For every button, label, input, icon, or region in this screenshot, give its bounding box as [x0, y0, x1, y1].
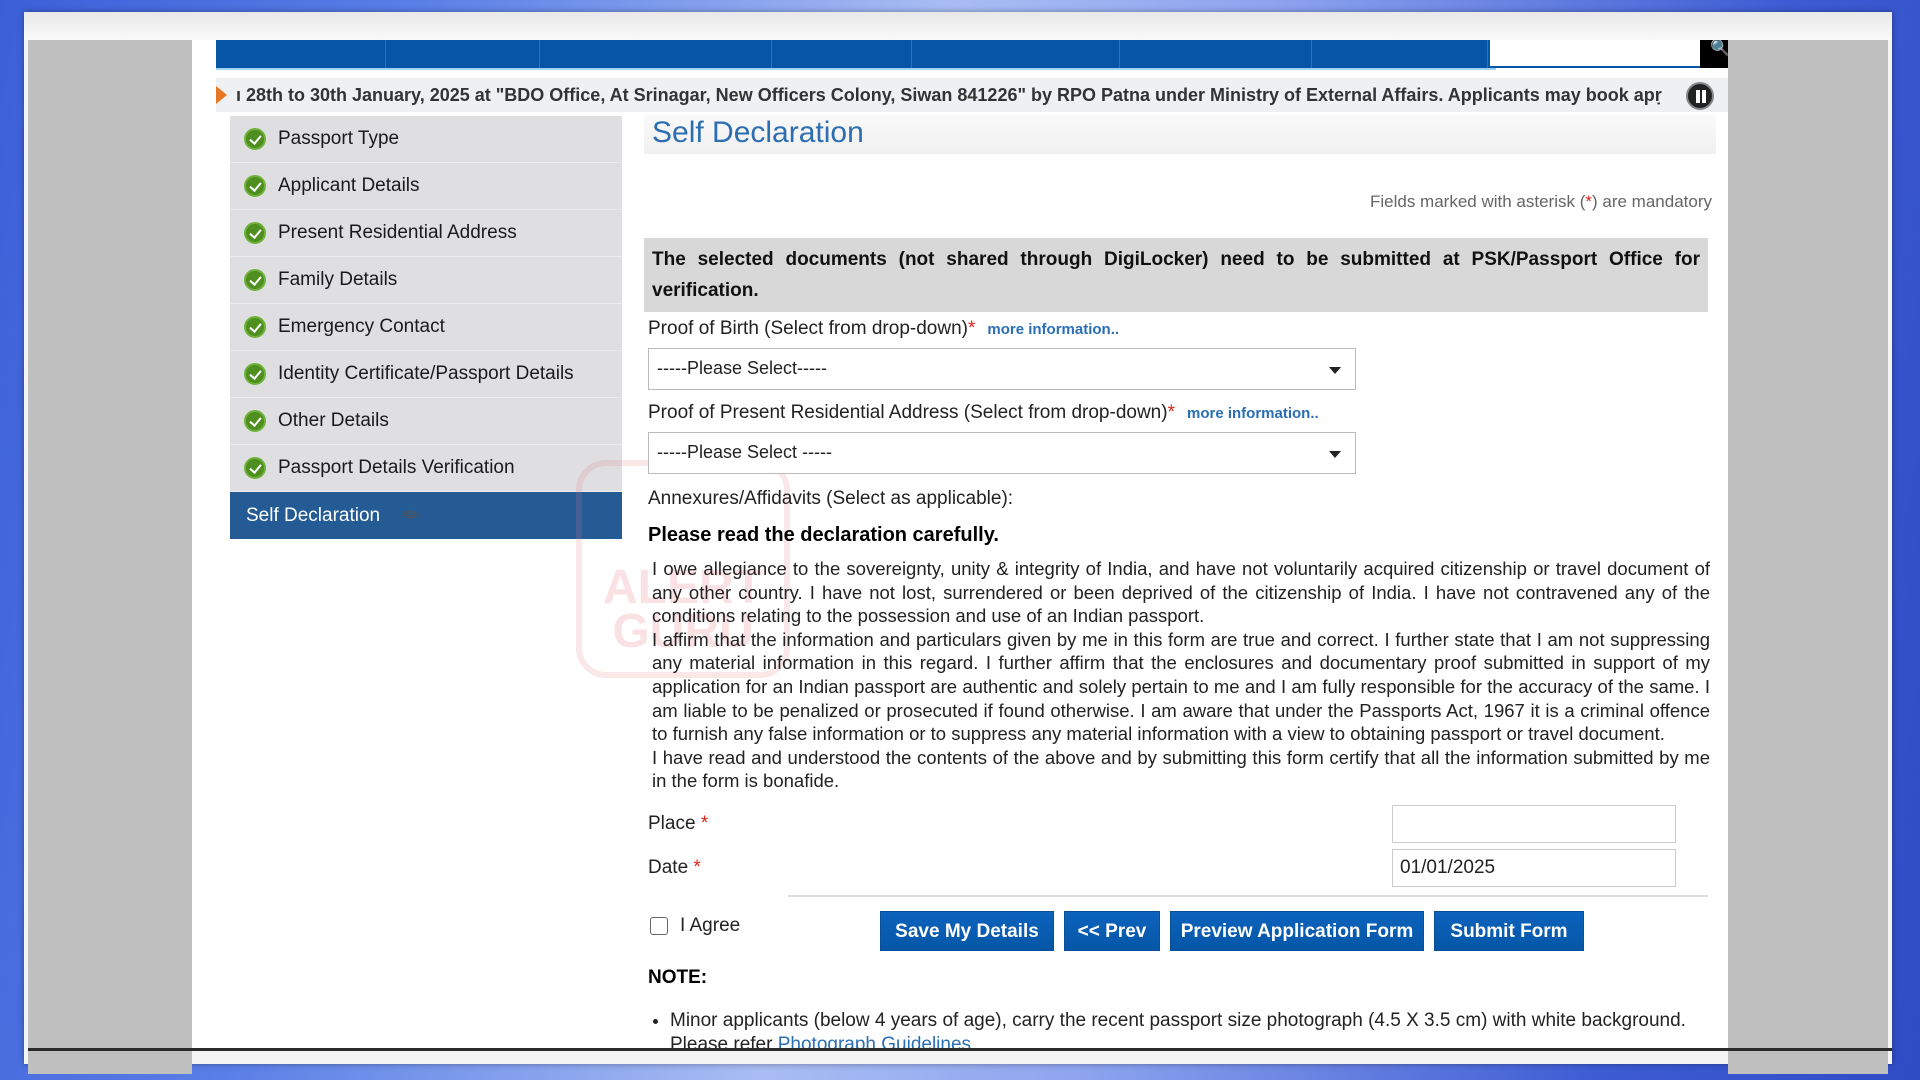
nav-tab-2[interactable] [386, 40, 540, 68]
date-label: Date * [648, 857, 701, 879]
mandatory-prefix: Fields marked with asterisk ( [1369, 192, 1586, 211]
step-label: Applicant Details [278, 175, 420, 196]
label-text: Proof of Present Residential Address (Se… [648, 402, 1168, 423]
window-bottom-border [28, 1048, 1892, 1051]
check-icon [244, 128, 266, 150]
step-other-details[interactable]: Other Details [230, 398, 622, 445]
required-star: * [1585, 192, 1592, 211]
note-heading: NOTE: [648, 966, 708, 988]
window-title-bar [24, 12, 1892, 40]
declaration-paragraph: I have read and understood the contents … [652, 746, 1710, 792]
search-input[interactable] [1490, 40, 1700, 68]
step-identity-certificate[interactable]: Identity Certificate/Passport Details [230, 351, 622, 398]
check-icon [244, 410, 266, 432]
step-label: Passport Details Verification [278, 457, 515, 478]
step-self-declaration[interactable]: Self Declaration ✎ [230, 492, 622, 539]
declaration-text: I owe allegiance to the sovereignty, uni… [644, 557, 1710, 793]
step-label: Present Residential Address [278, 222, 517, 243]
step-passport-verification[interactable]: Passport Details Verification [230, 445, 622, 492]
label-text: Place [648, 812, 696, 834]
top-navigation [216, 40, 1496, 70]
left-margin [28, 40, 192, 1074]
ticker-arrow-icon [216, 86, 227, 104]
check-icon [244, 269, 266, 291]
chevron-down-icon [1329, 367, 1341, 374]
required-star: * [1167, 402, 1175, 423]
browser-window: 🔍 ı 28th to 30th January, 2025 at "BDO O… [24, 12, 1892, 1074]
step-family-details[interactable]: Family Details [230, 257, 622, 304]
save-details-button[interactable]: Save My Details [880, 910, 1054, 951]
nav-tab-6[interactable] [1120, 40, 1312, 68]
announcement-ticker: ı 28th to 30th January, 2025 at "BDO Off… [216, 78, 1728, 112]
nav-tab-4[interactable] [772, 40, 912, 68]
right-margin [1728, 40, 1888, 1074]
step-label: Passport Type [278, 128, 400, 149]
step-applicant-details[interactable]: Applicant Details [230, 163, 622, 210]
agree-checkbox-row[interactable]: I Agree [650, 915, 740, 937]
step-label: Family Details [278, 269, 398, 290]
step-passport-type[interactable]: Passport Type [230, 116, 622, 163]
nav-tab-7[interactable] [1312, 40, 1488, 68]
photograph-guidelines-link[interactable]: Photograph Guidelines [778, 1034, 971, 1048]
nav-tab-3[interactable] [540, 40, 772, 68]
more-info-link-birth[interactable]: more information.. [987, 321, 1119, 338]
required-star: * [967, 318, 976, 339]
date-row: Date * [644, 847, 1716, 891]
declaration-heading: Please read the declaration carefully. [648, 524, 999, 546]
place-label: Place * [648, 813, 708, 835]
pause-icon[interactable] [1686, 82, 1714, 110]
check-icon [244, 363, 266, 385]
step-present-address[interactable]: Present Residential Address [230, 210, 622, 257]
mandatory-note: Fields marked with asterisk (*) are mand… [644, 192, 1716, 212]
chevron-down-icon [1329, 451, 1341, 458]
step-label: Other Details [278, 410, 389, 431]
pencil-cursor-icon: ✎ [399, 502, 427, 530]
prev-button[interactable]: << Prev [1064, 910, 1160, 951]
preview-application-button[interactable]: Preview Application Form [1170, 910, 1424, 951]
proof-birth-select[interactable]: -----Please Select----- [648, 348, 1356, 390]
step-label: Emergency Contact [278, 316, 445, 337]
annexures-label: Annexures/Affidavits (Select as applicab… [648, 488, 1014, 509]
select-value: -----Please Select----- [657, 358, 828, 378]
place-row: Place * [644, 803, 1716, 847]
proof-birth-label: Proof of Birth (Select from drop-down)* m… [644, 318, 1716, 340]
form-steps: Passport Type Applicant Details Present … [230, 116, 622, 539]
check-icon [244, 457, 266, 479]
label-text: Proof of Birth (Select from drop-down) [648, 318, 968, 339]
select-value: -----Please Select ----- [657, 442, 833, 462]
note-item: Minor applicants (below 4 years of age),… [670, 1009, 1716, 1048]
ticker-text: ı 28th to 30th January, 2025 at "BDO Off… [236, 85, 1662, 105]
declaration-paragraph: I owe allegiance to the sovereignty, uni… [652, 558, 1710, 627]
agree-checkbox[interactable] [650, 916, 668, 935]
step-emergency-contact[interactable]: Emergency Contact [230, 304, 622, 351]
check-icon [244, 175, 266, 197]
more-info-link-address[interactable]: more information.. [1187, 405, 1319, 422]
declaration-paragraph: I affirm that the information and partic… [652, 628, 1710, 745]
digilocker-notice: The selected documents (not shared throu… [644, 238, 1708, 312]
submit-form-button[interactable]: Submit Form [1434, 910, 1584, 951]
check-icon [244, 316, 266, 338]
agree-label: I Agree [680, 914, 741, 936]
search-icon: 🔍 [1710, 40, 1728, 57]
check-icon [244, 222, 266, 244]
self-declaration-form: Self Declaration Fields marked with aste… [644, 114, 1716, 1048]
page-title: Self Declaration [644, 114, 1716, 154]
form-actions: I Agree Save My Details << Prev Preview … [644, 897, 1716, 961]
mandatory-suffix: ) are mandatory [1592, 192, 1712, 211]
nav-tab-5[interactable] [912, 40, 1120, 68]
required-star: * [693, 856, 701, 878]
place-input[interactable] [1392, 804, 1676, 843]
proof-address-label: Proof of Present Residential Address (Se… [644, 402, 1716, 424]
notes-list: Minor applicants (below 4 years of age),… [644, 1009, 1716, 1048]
date-input[interactable] [1392, 848, 1676, 887]
required-star: * [700, 812, 709, 834]
step-label: Self Declaration [246, 504, 381, 526]
label-text: Date [648, 856, 689, 878]
step-label: Identity Certificate/Passport Details [278, 363, 574, 384]
nav-tab-1[interactable] [216, 40, 386, 68]
search-button[interactable]: 🔍 [1700, 40, 1728, 68]
passport-page: 🔍 ı 28th to 30th January, 2025 at "BDO O… [192, 40, 1728, 1048]
proof-address-select[interactable]: -----Please Select ----- [648, 432, 1356, 474]
